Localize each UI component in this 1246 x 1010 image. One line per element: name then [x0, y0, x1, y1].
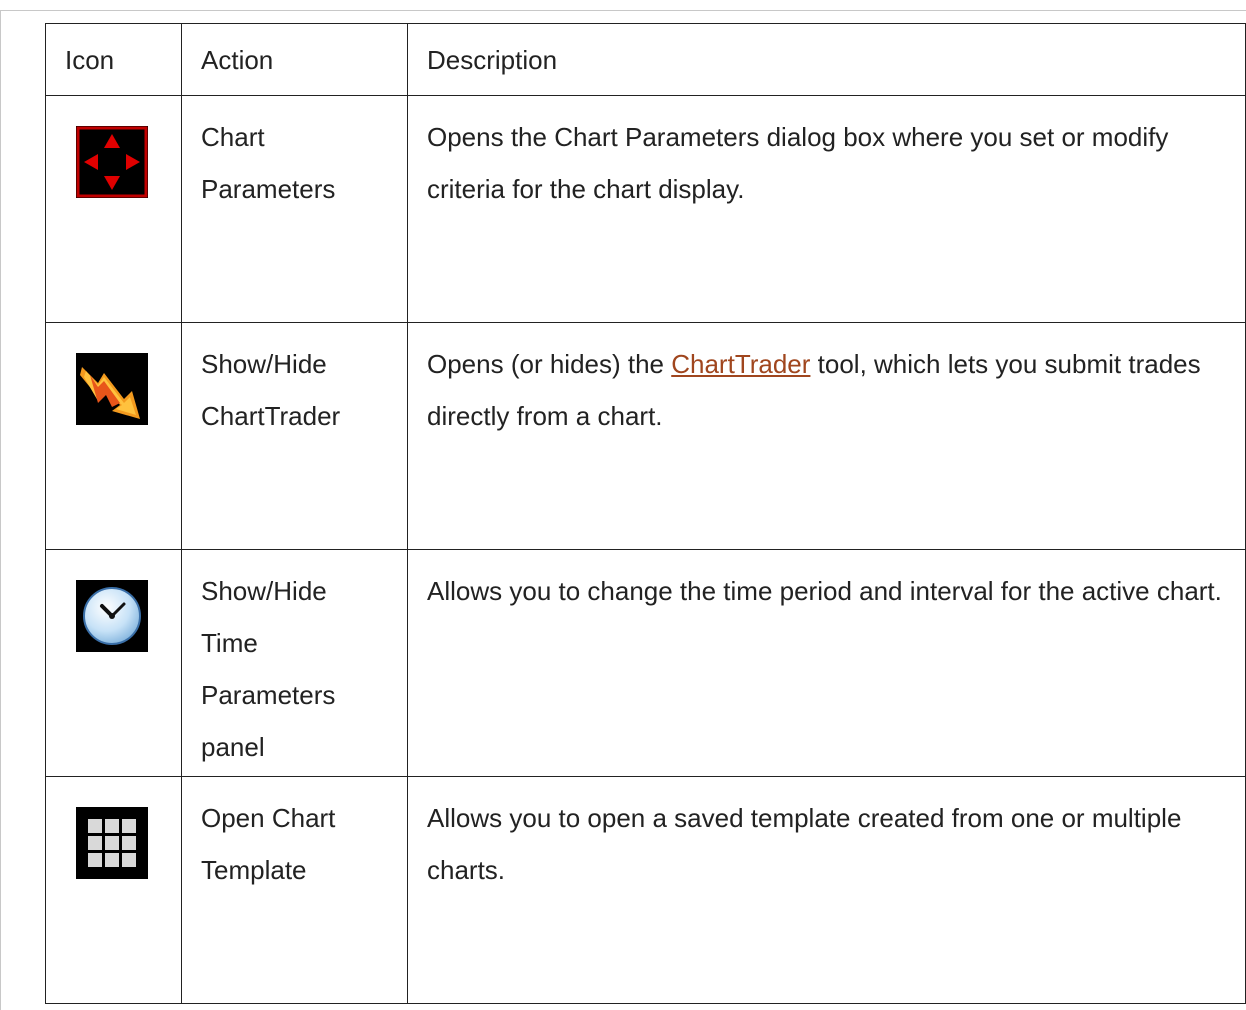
actions-table: Icon Action Description Chart Parameters…: [45, 23, 1246, 1004]
action-label: Show/Hide Time Parameters panel: [201, 576, 336, 762]
table-row: Show/Hide ChartTrader Opens (or hides) t…: [45, 322, 1246, 550]
chart-trader-link[interactable]: ChartTrader: [671, 349, 810, 379]
action-label: Show/Hide ChartTrader: [201, 349, 341, 431]
description-cell: Allows you to open a saved template crea…: [407, 776, 1246, 1004]
chart-parameters-icon: [76, 126, 148, 198]
description-text: Allows you to change the time period and…: [427, 576, 1222, 606]
action-cell: Chart Parameters: [181, 95, 408, 323]
clock-icon: [76, 580, 148, 652]
action-label: Chart Parameters: [201, 122, 336, 204]
table-header-row: Icon Action Description: [45, 23, 1246, 96]
header-cell-icon: Icon: [45, 23, 182, 96]
chart-trader-icon: [76, 353, 148, 425]
description-text: Opens the Chart Parameters dialog box wh…: [427, 122, 1169, 204]
grid-template-icon: [76, 807, 148, 879]
description-text: Opens (or hides) the ChartTrader tool, w…: [408, 323, 1245, 442]
action-cell: Show/Hide ChartTrader: [181, 322, 408, 550]
table-row: Open Chart Template Allows you to open a…: [45, 776, 1246, 1004]
icon-cell: [45, 95, 182, 323]
description-cell: Opens (or hides) the ChartTrader tool, w…: [407, 322, 1246, 550]
table-row: Chart Parameters Opens the Chart Paramet…: [45, 95, 1246, 323]
header-cell-description: Description: [407, 23, 1246, 96]
description-text-before: Opens (or hides) the: [427, 349, 672, 379]
header-description-label: Description: [427, 45, 558, 75]
icon-cell: [45, 549, 182, 777]
description-cell: Allows you to change the time period and…: [407, 549, 1246, 777]
header-cell-action: Action: [181, 23, 408, 96]
action-label: Open Chart Template: [201, 803, 336, 885]
description-text: Allows you to open a saved template crea…: [427, 803, 1182, 885]
header-action-label: Action: [201, 45, 274, 75]
icon-cell: [45, 776, 182, 1004]
icon-cell: [45, 322, 182, 550]
action-cell: Open Chart Template: [181, 776, 408, 1004]
table-row: Show/Hide Time Parameters panel Allows y…: [45, 549, 1246, 777]
description-cell: Opens the Chart Parameters dialog box wh…: [407, 95, 1246, 323]
header-icon-label: Icon: [65, 45, 115, 75]
action-cell: Show/Hide Time Parameters panel: [181, 549, 408, 777]
